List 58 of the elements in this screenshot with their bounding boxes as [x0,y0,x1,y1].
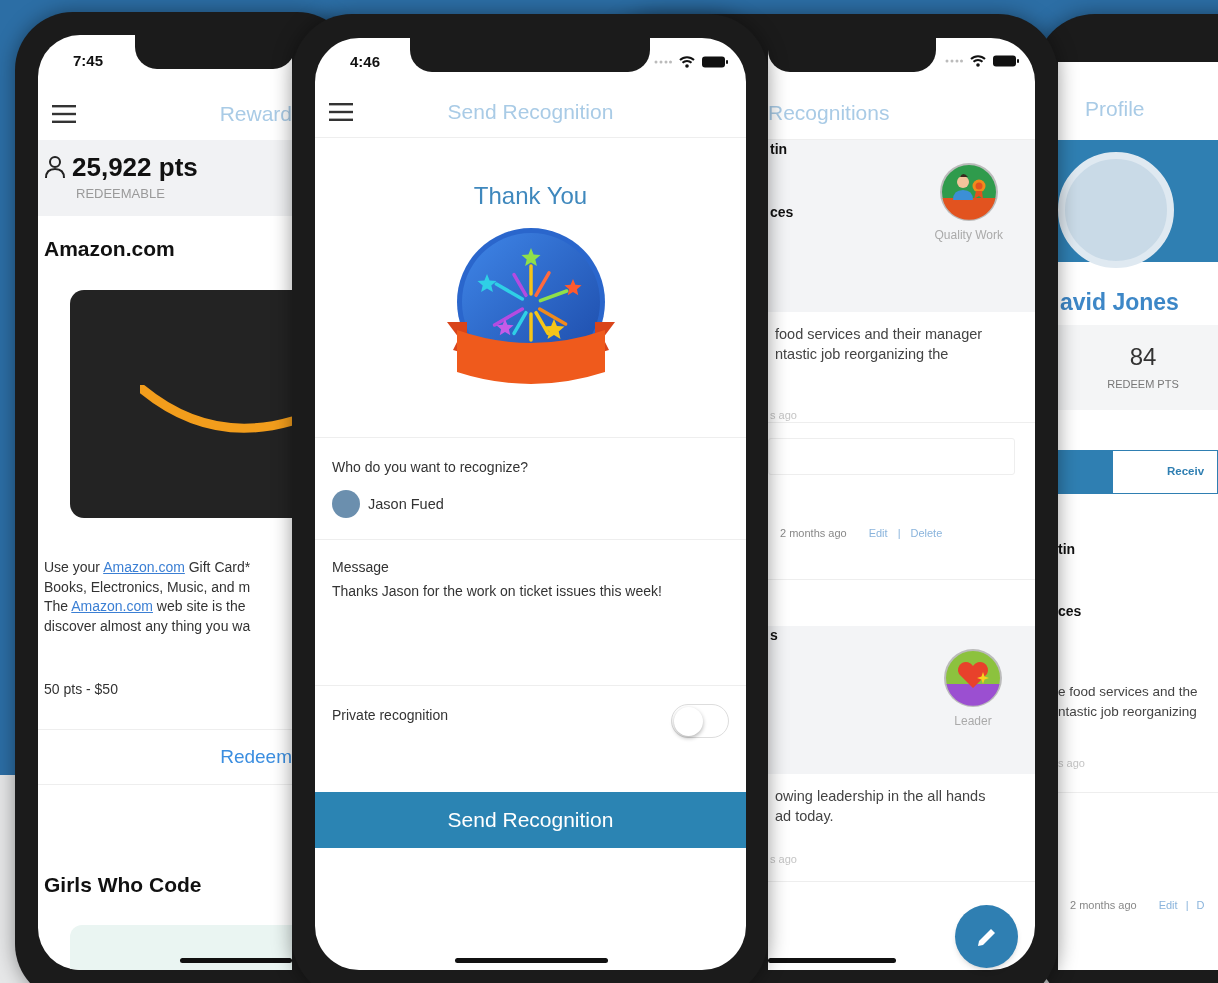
link-separator: | [1185,898,1189,913]
recognition-message: e food services and the ntastic job reorganizing [1058,683,1199,721]
screen-title: Recognitions [768,99,890,126]
reward-name: Amazon.com [44,236,176,262]
menu-icon[interactable] [329,102,353,121]
person-icon [44,155,66,179]
reward-price: 50 pts - $50 [44,680,119,698]
delete-link[interactable]: D [1196,897,1205,913]
send-recognition-button[interactable]: Send Recognition [315,792,746,848]
profile-tab[interactable]: Receiv [1112,450,1218,494]
screen-title: Profile [1085,96,1146,122]
screen-title: Send Recognition [447,98,614,125]
message-text: Thanks Jason for the work on ticket issues this week! [332,582,663,600]
private-toggle[interactable] [671,704,729,738]
recognition-message: food services and their manager ntastic job reorganizing the [775,325,984,364]
status-time: 4:46 [350,53,381,71]
recipient-name: Jason Fued [368,495,444,513]
status-time: 7:45 [73,52,105,70]
sender-name: tin [770,140,789,158]
signal-icon [945,59,963,63]
badge-label: Leader [954,714,992,728]
stat-value: 84 [1129,343,1157,371]
screen-title: Reward [219,101,292,127]
heart-badge-icon [943,648,1003,708]
comment-field[interactable] [768,438,1015,475]
reward-description: Use your Amazon.com Gift Card* Books, Electronics, Music, and m The Amazon.com web site is the discover almost any thing you wa [44,558,252,636]
delete-link[interactable]: Delete [910,525,943,541]
person-award-badge-icon [938,162,999,222]
field-label: Message [332,558,390,576]
wifi-icon [679,56,695,68]
stat-label: REDEEM PTS [1107,377,1179,391]
reward-name: Girls Who Code [44,872,203,898]
link-separator: | [897,526,901,541]
signal-icon [654,60,672,64]
timestamp: 2 months ago [1070,898,1137,913]
redeem-button[interactable]: Redeem [220,745,292,769]
edit-link[interactable]: Edit [868,525,888,541]
badge-label: Quality Work [934,228,1003,242]
profile-name: avid Jones [1060,288,1180,316]
edit-link[interactable]: Edit [1158,897,1178,913]
wifi-icon [970,55,986,67]
field-label: Private recognition [332,706,448,724]
recognition-message: owing leadership in the all hands ad today. [775,787,987,826]
avatar-placeholder [332,490,360,518]
sender-name: ces [1058,602,1083,620]
points-label: REDEEMABLE [75,186,166,202]
timestamp: 2 months ago [780,526,847,541]
sender-name: s [770,626,778,644]
amazon-link[interactable]: Amazon.com [71,598,153,614]
sender-name: ces [770,203,794,221]
points-total: 25,922 pts [72,152,198,182]
battery-icon [993,55,1019,67]
amazon-link[interactable]: Amazon.com [103,559,185,575]
field-label: Who do you want to recognize? [332,458,530,476]
thank-you-heading: Thank You [473,182,588,210]
menu-icon[interactable] [52,105,76,123]
sender-name: tin [1058,540,1077,558]
battery-icon [702,56,728,68]
